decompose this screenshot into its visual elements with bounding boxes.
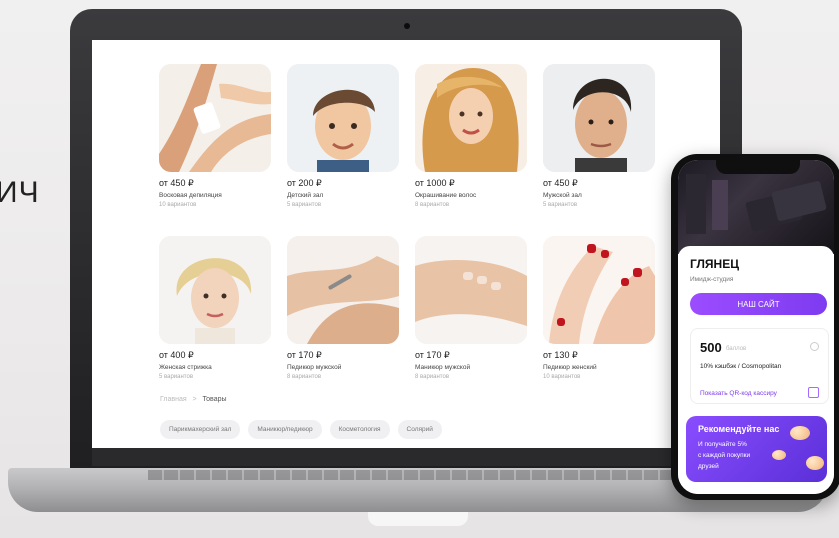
womens-haircut-photo bbox=[159, 236, 271, 344]
brand-name: ГЛЯНЕЦ bbox=[690, 257, 739, 271]
product-card[interactable]: от 450 ₽ Восковая депиляция 10 вариантов bbox=[159, 64, 271, 210]
laptop-bezel-bottom bbox=[92, 448, 720, 466]
product-price: от 450 ₽ bbox=[543, 178, 578, 188]
coin-icon bbox=[806, 456, 824, 470]
product-variants: 5 вариантов bbox=[159, 374, 194, 380]
product-card[interactable]: от 400 ₽ Женская стрижка 5 вариантов bbox=[159, 236, 271, 382]
product-price: от 1000 ₽ bbox=[415, 178, 455, 188]
breadcrumb-current: Товары bbox=[202, 396, 227, 403]
product-name: Восковая депиляция bbox=[159, 192, 222, 199]
breadcrumb-separator: > bbox=[192, 396, 197, 403]
product-variants: 8 вариантов bbox=[287, 374, 322, 380]
product-name: Педикюр женский bbox=[543, 364, 597, 371]
product-name: Маникюр мужской bbox=[415, 364, 471, 371]
phone-notch bbox=[716, 160, 800, 174]
breadcrumb-home[interactable]: Главная bbox=[160, 396, 187, 403]
product-name: Педикюр мужской bbox=[287, 364, 342, 371]
referral-line: друзей bbox=[698, 463, 719, 470]
womens-pedicure-photo bbox=[543, 236, 655, 344]
boy-haircut-photo bbox=[287, 64, 399, 172]
qr-icon[interactable] bbox=[808, 387, 819, 398]
our-site-button[interactable]: НАШ САЙТ bbox=[690, 293, 827, 315]
product-price: от 450 ₽ bbox=[159, 178, 194, 188]
product-name: Детский зал bbox=[287, 192, 324, 199]
category-chips: Парикмахерский зал Маникюр/педикюр Косме… bbox=[160, 420, 442, 439]
referral-line: И получайте 5% bbox=[698, 441, 747, 448]
product-price: от 400 ₽ bbox=[159, 350, 194, 360]
referral-line: с каждой покупки bbox=[698, 452, 751, 459]
product-card[interactable]: от 170 ₽ Педикюр мужской 8 вариантов bbox=[287, 236, 399, 382]
product-card[interactable]: от 200 ₽ Детский зал 5 вариантов bbox=[287, 64, 399, 210]
product-variants: 8 вариантов bbox=[415, 202, 450, 208]
chip-hairdressing[interactable]: Парикмахерский зал bbox=[160, 420, 241, 439]
chip-cosmetology[interactable]: Косметология bbox=[329, 420, 390, 439]
product-name: Окрашивание волос bbox=[415, 192, 477, 199]
points-value: 500 bbox=[700, 340, 722, 355]
info-icon[interactable] bbox=[810, 342, 819, 351]
product-price: от 170 ₽ bbox=[287, 350, 322, 360]
product-price: от 200 ₽ bbox=[287, 178, 322, 188]
laptop-hinge bbox=[148, 470, 688, 480]
waxing-photo bbox=[159, 64, 271, 172]
mens-pedicure-photo bbox=[287, 236, 399, 344]
mens-manicure-photo bbox=[415, 236, 527, 344]
side-text-fragment: ИЧ bbox=[0, 176, 40, 209]
coin-icon bbox=[772, 450, 786, 460]
product-card[interactable]: от 450 ₽ Мужской зал 5 вариантов bbox=[543, 64, 655, 210]
hero-image bbox=[678, 160, 834, 254]
breadcrumb: Главная > Товары bbox=[160, 396, 227, 403]
product-price: от 170 ₽ bbox=[415, 350, 450, 360]
product-card[interactable]: от 170 ₽ Маникюр мужской 8 вариантов bbox=[415, 236, 527, 382]
referral-title: Рекомендуйте нас bbox=[698, 424, 780, 434]
cashback-text: 10% кэшбэк / Cosmopolitan bbox=[700, 363, 782, 370]
product-variants: 10 вариантов bbox=[543, 374, 581, 380]
product-variants: 5 вариантов bbox=[287, 202, 322, 208]
phone-screen: ГЛЯНЕЦ Имидж-студия НАШ САЙТ 500 баллов … bbox=[678, 160, 834, 494]
product-name: Мужской зал bbox=[543, 192, 582, 199]
product-variants: 5 вариантов bbox=[543, 202, 578, 208]
camera-icon bbox=[404, 23, 410, 29]
mens-haircut-photo bbox=[543, 64, 655, 172]
product-name: Женская стрижка bbox=[159, 364, 212, 371]
show-qr-link[interactable]: Показать QR-код кассиру bbox=[700, 390, 777, 397]
product-card[interactable]: от 1000 ₽ Окрашивание волос 8 вариантов bbox=[415, 64, 527, 210]
points-label: баллов bbox=[726, 346, 747, 352]
product-price: от 130 ₽ bbox=[543, 350, 578, 360]
product-card[interactable]: от 130 ₽ Педикюр женский 10 вариантов bbox=[543, 236, 655, 382]
product-variants: 10 вариантов bbox=[159, 202, 197, 208]
chip-solarium[interactable]: Солярий bbox=[397, 420, 442, 439]
brand-subtitle: Имидж-студия bbox=[690, 276, 734, 283]
laptop-notch bbox=[368, 512, 468, 526]
coin-icon bbox=[790, 426, 810, 440]
chip-manicure[interactable]: Маникюр/педикюр bbox=[248, 420, 322, 439]
product-variants: 8 вариантов bbox=[415, 374, 450, 380]
hair-coloring-photo bbox=[415, 64, 527, 172]
